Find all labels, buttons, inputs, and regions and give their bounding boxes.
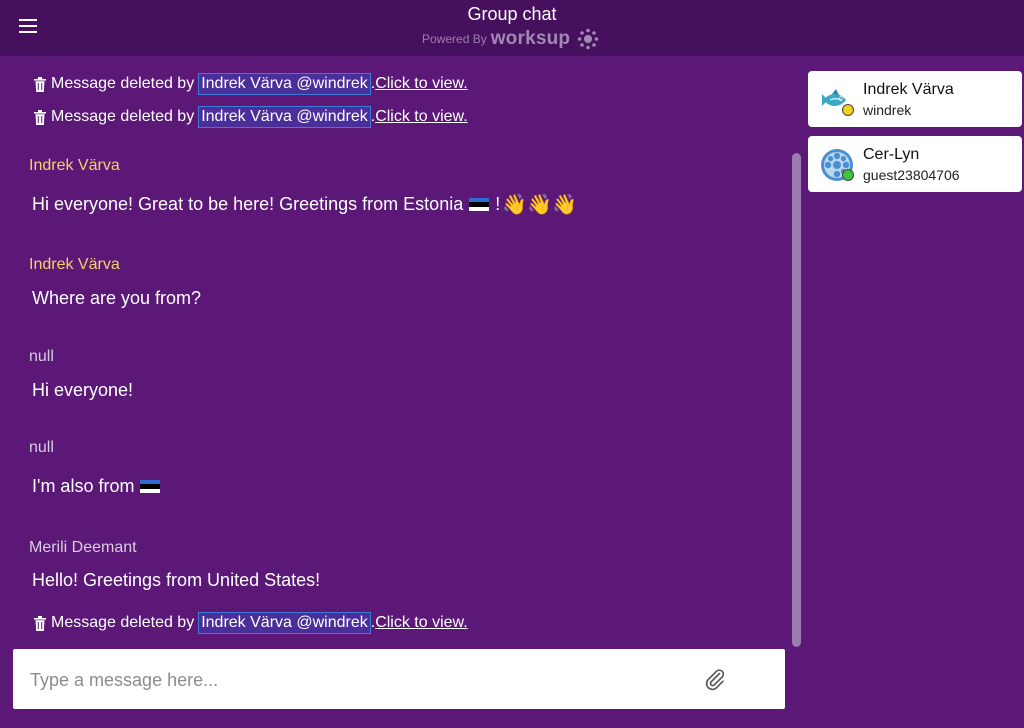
- page-title: Group chat: [467, 4, 557, 24]
- user-card[interactable]: Cer-Lyn guest23804706: [808, 136, 1022, 192]
- user-mention[interactable]: Indrek Värva @windrek: [198, 612, 371, 634]
- message-suffix: !: [495, 194, 501, 214]
- user-card[interactable]: Indrek Värva windrek: [808, 71, 1022, 127]
- message-text: Hi everyone!: [32, 380, 134, 400]
- user-name: Indrek Värva: [863, 81, 954, 98]
- click-to-view-link[interactable]: Click to view.: [375, 108, 467, 126]
- deleted-notice-prefix: Message deleted by: [51, 75, 195, 92]
- message-sender: Indrek Värva: [29, 157, 120, 174]
- powered-by: Powered By worksup: [422, 28, 599, 50]
- message-text: Where are you from?: [32, 288, 202, 308]
- user-handle: windrek: [863, 102, 912, 118]
- deleted-notice-prefix: Message deleted by: [51, 108, 195, 125]
- deleted-message-notice: Message deleted by Indrek Värva @windrek…: [33, 611, 468, 635]
- message-text: Hi everyone! Great to be here! Greetings…: [32, 192, 577, 217]
- brand-logo-text: worksup: [490, 28, 571, 49]
- deleted-message-notice: Message deleted by Indrek Värva @windrek…: [33, 72, 468, 96]
- estonia-flag-icon: [469, 197, 490, 212]
- user-mention[interactable]: Indrek Värva @windrek: [198, 73, 371, 95]
- trash-icon: [34, 615, 46, 631]
- message-sender: null: [29, 348, 54, 365]
- message-sender: null: [29, 439, 54, 456]
- message-text: I'm also from: [32, 476, 166, 497]
- deleted-message-notice: Message deleted by Indrek Värva @windrek…: [33, 105, 468, 129]
- paperclip-icon[interactable]: [703, 667, 727, 691]
- sun-icon: [577, 28, 599, 50]
- wave-emoji: 👋👋👋: [502, 194, 577, 216]
- message-sender: Indrek Värva: [29, 256, 120, 273]
- deleted-notice-prefix: Message deleted by: [51, 614, 195, 631]
- header-bar: Group chat Powered By worksup: [0, 0, 1024, 56]
- trash-icon: [34, 109, 46, 125]
- message-body: I'm also from: [32, 476, 135, 496]
- status-indicator: [842, 169, 854, 181]
- menu-icon-line: [19, 25, 37, 27]
- message-sender: Merili Deemant: [29, 539, 137, 556]
- powered-by-label: Powered By: [422, 32, 487, 46]
- user-name: Cer-Lyn: [863, 146, 920, 163]
- chat-messages: Message deleted by Indrek Värva @windrek…: [0, 56, 800, 646]
- estonia-flag-icon: [140, 479, 161, 494]
- menu-icon-line: [19, 31, 37, 33]
- message-text: Hello! Greetings from United States!: [32, 570, 321, 590]
- user-handle: guest23804706: [863, 167, 960, 183]
- chat-scrollbar[interactable]: [792, 153, 801, 647]
- status-indicator: [842, 104, 854, 116]
- click-to-view-link[interactable]: Click to view.: [375, 614, 467, 632]
- message-input[interactable]: [30, 667, 670, 693]
- user-mention[interactable]: Indrek Värva @windrek: [198, 106, 371, 128]
- click-to-view-link[interactable]: Click to view.: [375, 75, 467, 93]
- message-composer: [13, 649, 785, 709]
- message-body: Hi everyone! Great to be here! Greetings…: [32, 194, 464, 214]
- trash-icon: [34, 76, 46, 92]
